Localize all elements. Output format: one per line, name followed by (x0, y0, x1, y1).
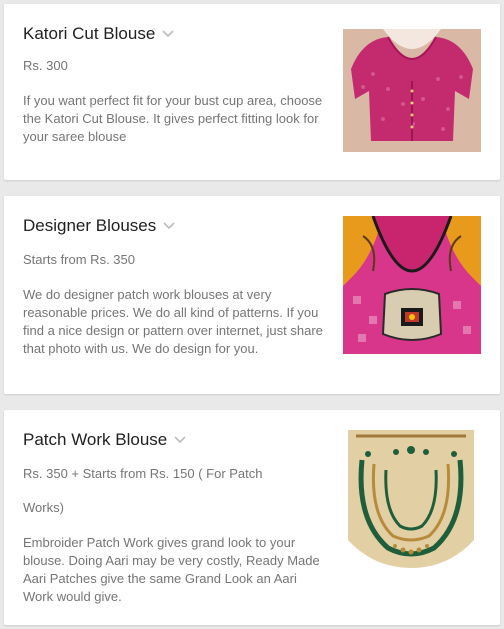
product-title[interactable]: Katori Cut Blouse (23, 24, 155, 44)
product-description: Embroider Patch Work gives grand look to… (23, 535, 320, 604)
product-price: Rs. 350 + Starts from Rs. 150 ( For Patc… (23, 466, 263, 481)
product-title-row[interactable]: Katori Cut Blouse (23, 24, 174, 44)
product-title[interactable]: Patch Work Blouse (23, 430, 167, 450)
product-description: We do designer patch work blouses at ver… (23, 287, 323, 356)
product-card-patch-work[interactable]: Patch Work Blouse Rs. 350 + Starts from … (4, 410, 500, 625)
product-title-row[interactable]: Designer Blouses (23, 216, 175, 236)
product-description: If you want perfect fit for your bust cu… (23, 93, 323, 144)
product-image-patch-work[interactable] (348, 430, 474, 568)
product-image-designer-blouse[interactable] (343, 216, 481, 354)
chevron-down-icon[interactable] (162, 30, 174, 38)
product-price: Rs. 300 (23, 58, 68, 73)
chevron-down-icon[interactable] (163, 222, 175, 230)
product-image-katori-blouse[interactable] (343, 29, 481, 152)
product-card-designer[interactable]: Designer Blouses Starts from Rs. 350 We … (4, 196, 500, 394)
product-card-katori[interactable]: Katori Cut Blouse Rs. 300 If you want pe… (4, 4, 500, 180)
product-title[interactable]: Designer Blouses (23, 216, 156, 236)
product-price: Starts from Rs. 350 (23, 252, 135, 267)
product-price-continued: Works) (23, 500, 64, 515)
product-title-row[interactable]: Patch Work Blouse (23, 430, 186, 450)
chevron-down-icon[interactable] (174, 436, 186, 444)
